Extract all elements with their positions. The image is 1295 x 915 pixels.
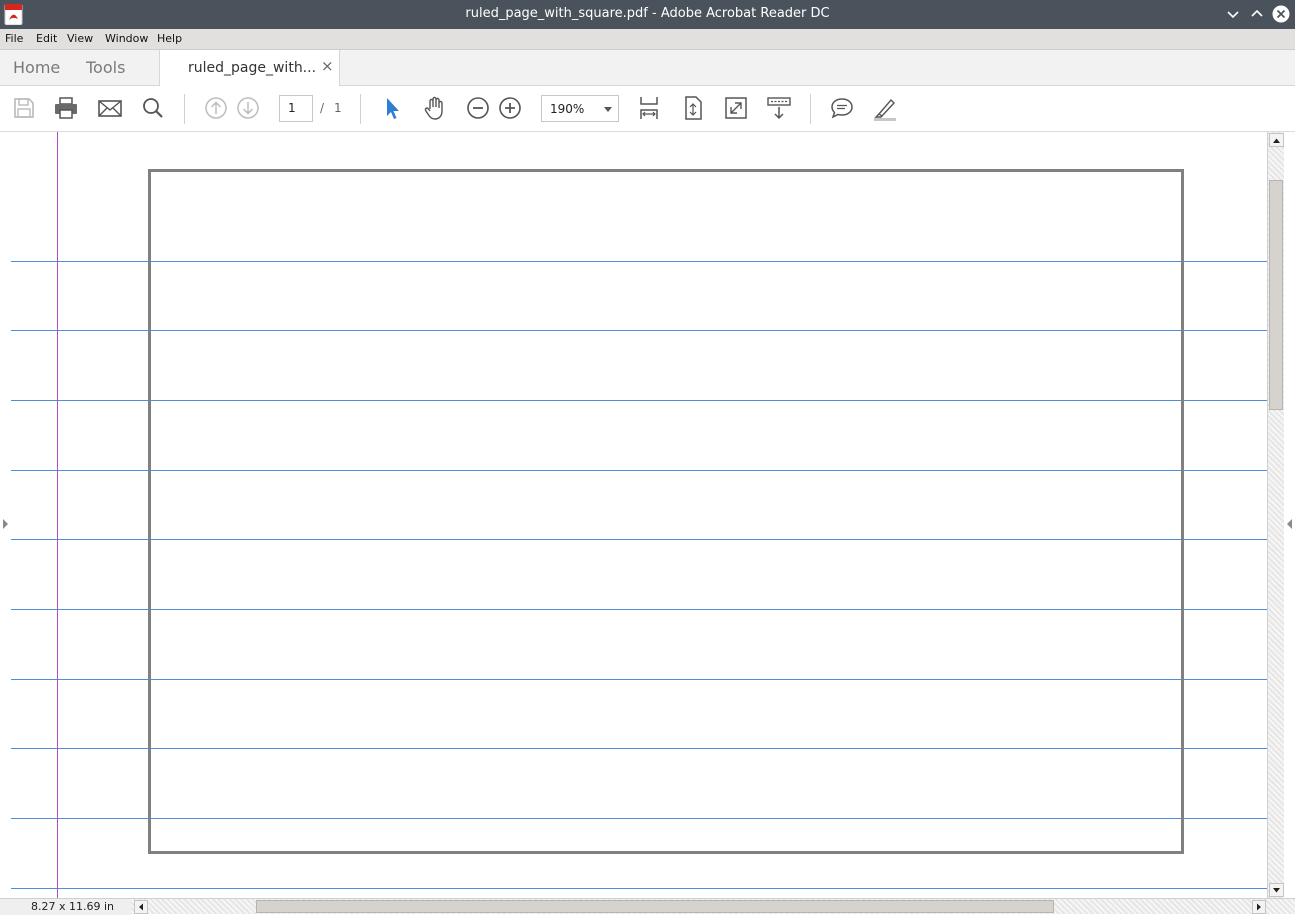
print-icon[interactable] bbox=[53, 95, 79, 121]
chevron-down-icon[interactable] bbox=[604, 107, 612, 112]
tab-home[interactable]: Home bbox=[13, 58, 60, 77]
select-cursor-icon[interactable] bbox=[379, 95, 405, 121]
scroll-up-button[interactable] bbox=[1269, 133, 1284, 147]
horizontal-scroll-thumb[interactable] bbox=[256, 900, 1054, 913]
search-icon[interactable] bbox=[140, 95, 166, 121]
close-tab-icon[interactable]: × bbox=[321, 57, 334, 75]
scroll-down-button[interactable] bbox=[1269, 883, 1284, 897]
zoom-in-icon[interactable] bbox=[497, 95, 523, 121]
scroll-mode-icon[interactable] bbox=[766, 95, 792, 121]
tab-document[interactable]: ruled_page_with... × bbox=[159, 50, 340, 86]
title-bar: ruled_page_with_square.pdf - Adobe Acrob… bbox=[0, 0, 1295, 29]
scroll-down-arrow-icon bbox=[1273, 888, 1280, 893]
tab-tools[interactable]: Tools bbox=[86, 58, 125, 77]
next-page-icon[interactable] bbox=[235, 95, 261, 121]
page-size-label: 8.27 x 11.69 in bbox=[0, 899, 131, 915]
document-tab-label: ruled_page_with... bbox=[188, 60, 317, 76]
vertical-scroll-thumb[interactable] bbox=[1269, 180, 1283, 410]
email-icon[interactable] bbox=[97, 95, 123, 121]
right-panel-toggle-strip bbox=[1284, 132, 1295, 914]
close-icon[interactable] bbox=[1271, 4, 1291, 24]
pdf-page bbox=[11, 132, 1267, 898]
hand-icon[interactable] bbox=[422, 95, 448, 121]
toolbar-separator bbox=[184, 94, 185, 124]
page-separator: / bbox=[320, 101, 325, 115]
menu-bar: File Edit View Window Help bbox=[0, 29, 1295, 50]
toolbar-separator bbox=[810, 94, 811, 124]
status-bar: 8.27 x 11.69 in bbox=[0, 898, 1295, 915]
toolbar-separator bbox=[360, 94, 361, 124]
fit-width-icon[interactable] bbox=[636, 95, 662, 121]
menu-help[interactable]: Help bbox=[157, 32, 182, 45]
menu-window[interactable]: Window bbox=[105, 32, 148, 45]
window-title: ruled_page_with_square.pdf - Adobe Acrob… bbox=[465, 6, 830, 21]
comment-icon[interactable] bbox=[829, 95, 855, 121]
square-outline bbox=[148, 169, 1184, 854]
scroll-right-button[interactable] bbox=[1252, 900, 1266, 914]
maximize-icon[interactable] bbox=[1247, 4, 1267, 24]
full-screen-icon[interactable] bbox=[723, 95, 749, 121]
vertical-scrollbar[interactable] bbox=[1267, 132, 1284, 898]
scroll-right-arrow-icon bbox=[1257, 903, 1261, 911]
zoom-value: 190% bbox=[550, 102, 585, 116]
menu-file[interactable]: File bbox=[5, 32, 23, 45]
menu-edit[interactable]: Edit bbox=[36, 32, 57, 45]
scroll-left-button[interactable] bbox=[134, 900, 148, 914]
scroll-left-arrow-icon bbox=[139, 903, 143, 911]
page-total: 1 bbox=[334, 101, 342, 115]
ruled-line bbox=[11, 888, 1267, 889]
margin-line bbox=[57, 132, 58, 898]
scroll-up-arrow-icon bbox=[1273, 138, 1280, 143]
save-icon[interactable] bbox=[11, 95, 37, 121]
left-panel-toggle-strip bbox=[0, 132, 11, 898]
fit-page-icon[interactable] bbox=[680, 95, 706, 121]
menu-view[interactable]: View bbox=[67, 32, 93, 45]
highlight-icon[interactable] bbox=[872, 95, 898, 121]
zoom-out-icon[interactable] bbox=[465, 95, 491, 121]
zoom-select[interactable]: 190% bbox=[541, 95, 619, 122]
minimize-icon[interactable] bbox=[1223, 4, 1243, 24]
tab-bar: Home Tools ruled_page_with... × bbox=[0, 50, 1295, 86]
page-number-input[interactable]: 1 bbox=[279, 95, 313, 122]
expand-left-panel-icon[interactable] bbox=[3, 519, 8, 529]
toolbar: 1 / 1 190% bbox=[0, 86, 1295, 132]
expand-right-panel-icon[interactable] bbox=[1287, 519, 1292, 529]
previous-page-icon[interactable] bbox=[203, 95, 229, 121]
